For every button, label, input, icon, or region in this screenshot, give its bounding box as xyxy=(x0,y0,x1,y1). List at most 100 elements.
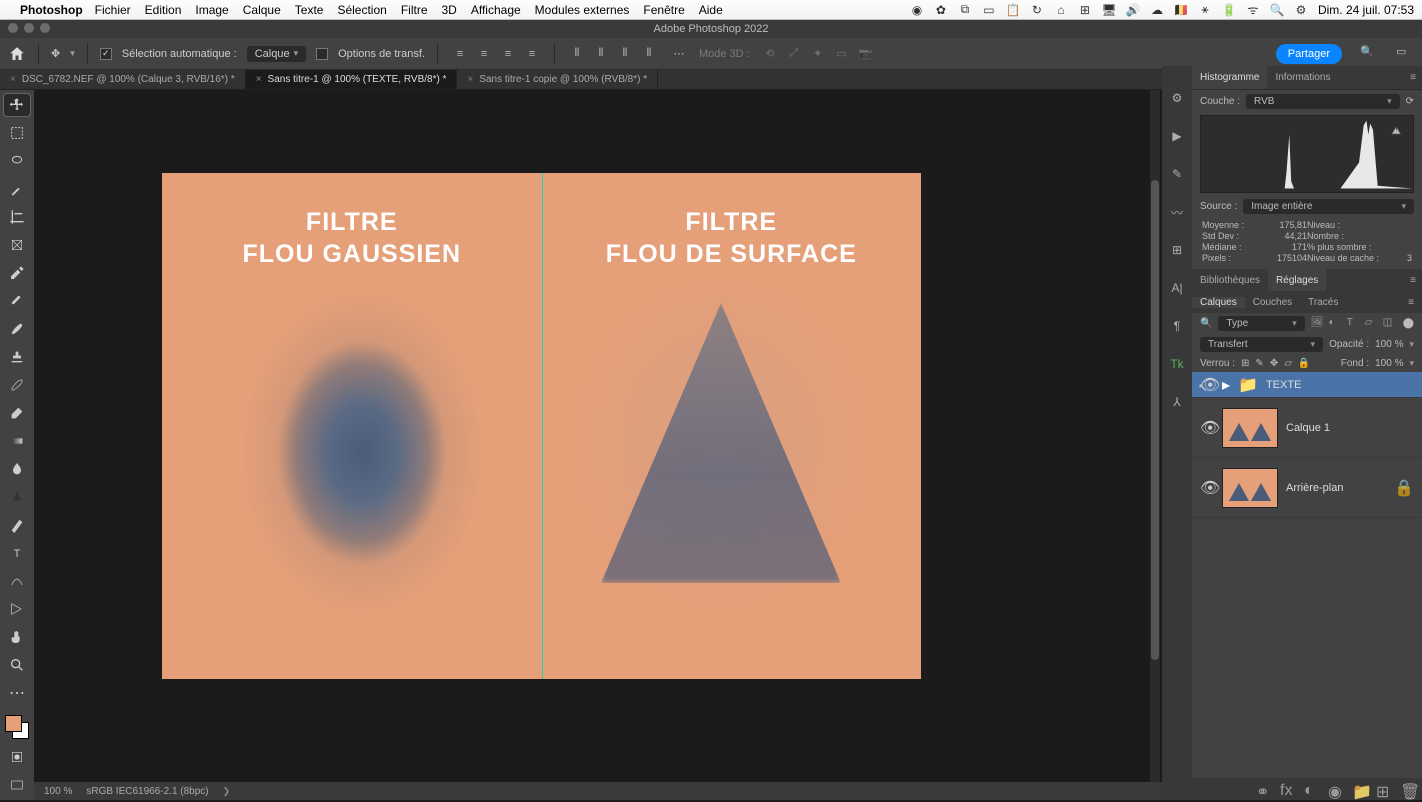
filter-icons[interactable]: 🖼◐T▱◫ xyxy=(1311,317,1397,331)
document-tab[interactable]: ×DSC_6782.NEF @ 100% (Calque 3, RVB/16*)… xyxy=(0,70,246,89)
shape-tool[interactable] xyxy=(4,598,30,620)
healing-tool[interactable] xyxy=(4,290,30,312)
layer-group[interactable]: 👁↖ ▸ 📁 TEXTE xyxy=(1192,372,1422,398)
eraser-tool[interactable] xyxy=(4,402,30,424)
panel-icon[interactable]: ✎ xyxy=(1167,164,1187,184)
color-profile[interactable]: sRGB IEC61966-2.1 (8bpc) xyxy=(86,786,208,797)
delete-icon[interactable]: 🗑 xyxy=(1400,782,1414,796)
panel-icon[interactable]: ⊞ xyxy=(1167,240,1187,260)
expand-icon[interactable]: ▸ xyxy=(1222,375,1230,395)
tab-traces[interactable]: Tracés xyxy=(1300,297,1346,308)
color-swatches[interactable] xyxy=(4,714,30,740)
bluetooth-icon[interactable]: ⚹ xyxy=(1198,3,1212,17)
crop-tool[interactable] xyxy=(4,206,30,228)
tray-icon[interactable]: ⌂ xyxy=(1054,3,1068,17)
menu-texte[interactable]: Texte xyxy=(295,3,324,17)
panel-icon[interactable]: ⚙ xyxy=(1167,88,1187,108)
tab-calques[interactable]: Calques xyxy=(1192,297,1245,308)
refresh-icon[interactable]: ⟳ xyxy=(1406,96,1414,107)
adjustment-icon[interactable]: ◉ xyxy=(1328,782,1342,796)
auto-select-checkbox[interactable]: ✓ xyxy=(100,48,112,60)
document-tab[interactable]: ×Sans titre-1 copie @ 100% (RVB/8*) * xyxy=(457,70,658,89)
tab-informations[interactable]: Informations xyxy=(1267,66,1338,89)
panel-menu-icon[interactable]: ≡ xyxy=(1402,269,1422,291)
visibility-toggle[interactable]: 👁 xyxy=(1200,418,1214,438)
menu-edition[interactable]: Edition xyxy=(145,3,182,17)
dodge-tool[interactable] xyxy=(4,486,30,508)
layer-item[interactable]: 👁 Calque 1 xyxy=(1192,398,1422,458)
search-icon[interactable]: 🔍 xyxy=(1200,318,1212,329)
volume-icon[interactable]: 🔊 xyxy=(1126,3,1140,17)
layer-item[interactable]: 👁 Arrière-plan 🔒 xyxy=(1192,458,1422,518)
tab-histogramme[interactable]: Histogramme xyxy=(1192,66,1267,89)
layer-thumbnail[interactable] xyxy=(1222,408,1278,448)
status-more-icon[interactable]: ❯ xyxy=(223,786,231,797)
visibility-toggle[interactable]: 👁 xyxy=(1200,478,1214,498)
move-tool[interactable] xyxy=(4,94,30,116)
tray-icon[interactable]: ☁ xyxy=(1150,3,1164,17)
canvas[interactable]: FILTREFLOU GAUSSIEN FILTREFLOU DE SURFAC… xyxy=(162,173,921,679)
tab-bibliotheques[interactable]: Bibliothèques xyxy=(1192,269,1268,291)
menu-image[interactable]: Image xyxy=(195,3,228,17)
menu-fichier[interactable]: Fichier xyxy=(95,3,131,17)
home-icon[interactable] xyxy=(8,45,26,63)
brush-tool[interactable] xyxy=(4,318,30,340)
tray-icon[interactable]: 🖥 xyxy=(1102,3,1116,17)
lock-position-icon[interactable]: ✥ xyxy=(1270,358,1278,369)
fx-icon[interactable]: fx xyxy=(1280,782,1294,796)
align-icons[interactable]: ≡≡≡≡ xyxy=(450,44,542,64)
menu-aide[interactable]: Aide xyxy=(699,3,723,17)
tray-icon[interactable]: ↻ xyxy=(1030,3,1044,17)
menu-fenetre[interactable]: Fenêtre xyxy=(643,3,684,17)
visibility-toggle[interactable]: 👁↖ xyxy=(1200,375,1214,395)
tab-reglages[interactable]: Réglages xyxy=(1268,269,1326,291)
channel-dropdown[interactable]: RVB▾ xyxy=(1246,94,1400,109)
clock[interactable]: Dim. 24 juil. 07:53 xyxy=(1318,3,1414,17)
tray-icon[interactable]: ✿ xyxy=(934,3,948,17)
path-tool[interactable] xyxy=(4,570,30,592)
new-layer-icon[interactable]: ⊞ xyxy=(1376,782,1390,796)
guide-line[interactable] xyxy=(542,173,543,679)
quick-mask[interactable] xyxy=(4,746,30,768)
flag-icon[interactable]: 🇧🇪 xyxy=(1174,3,1188,17)
menu-modules[interactable]: Modules externes xyxy=(535,3,630,17)
layer-name[interactable]: Arrière-plan xyxy=(1286,482,1343,494)
wifi-icon[interactable]: ᯤ xyxy=(1246,3,1260,17)
type-tool[interactable]: T xyxy=(4,542,30,564)
panel-icon[interactable]: Tk xyxy=(1167,354,1187,374)
panel-menu-icon[interactable]: ≡ xyxy=(1402,66,1422,89)
panel-icon[interactable]: ⅄ xyxy=(1167,392,1187,412)
pen-tool[interactable] xyxy=(4,514,30,536)
history-brush-tool[interactable] xyxy=(4,374,30,396)
tray-icon[interactable]: ⊞ xyxy=(1078,3,1092,17)
search-icon[interactable]: 🔍 xyxy=(1360,45,1378,63)
menu-calque[interactable]: Calque xyxy=(243,3,281,17)
lock-all-icon[interactable]: 🔒 xyxy=(1298,358,1310,369)
document-tab[interactable]: ×Sans titre-1 @ 100% (TEXTE, RVB/8*) * xyxy=(246,70,458,89)
more-tools[interactable]: ⋯ xyxy=(4,682,30,704)
group-icon[interactable]: 📁 xyxy=(1352,782,1366,796)
vertical-scrollbar[interactable] xyxy=(1150,90,1160,782)
transform-checkbox[interactable] xyxy=(316,48,328,60)
layer-thumbnail[interactable] xyxy=(1222,468,1278,508)
menu-affichage[interactable]: Affichage xyxy=(471,3,521,17)
layer-name[interactable]: TEXTE xyxy=(1266,379,1301,391)
menu-selection[interactable]: Sélection xyxy=(337,3,386,17)
tray-icon[interactable]: ⧉ xyxy=(958,3,972,17)
zoom-value[interactable]: 100 % xyxy=(44,786,72,797)
blend-mode-dropdown[interactable]: Transfert▾ xyxy=(1200,337,1323,352)
lasso-tool[interactable] xyxy=(4,150,30,172)
screen-mode[interactable] xyxy=(4,774,30,796)
opacity-value[interactable]: 100 % xyxy=(1375,339,1403,350)
panel-icon[interactable]: A| xyxy=(1167,278,1187,298)
tray-icon[interactable]: ▭ xyxy=(982,3,996,17)
lock-pixels-icon[interactable]: ⊞ xyxy=(1241,358,1249,369)
lock-artboard-icon[interactable]: ▱ xyxy=(1284,358,1292,369)
filter-toggle[interactable]: ⬤ xyxy=(1403,318,1414,329)
wand-tool[interactable] xyxy=(4,178,30,200)
source-dropdown[interactable]: Image entière▾ xyxy=(1243,199,1414,214)
move-tool-icon[interactable]: ✥ xyxy=(51,47,60,60)
search-icon[interactable]: 🔍 xyxy=(1270,3,1284,17)
tray-icon[interactable]: 📋 xyxy=(1006,3,1020,17)
menu-3d[interactable]: 3D xyxy=(442,3,457,17)
